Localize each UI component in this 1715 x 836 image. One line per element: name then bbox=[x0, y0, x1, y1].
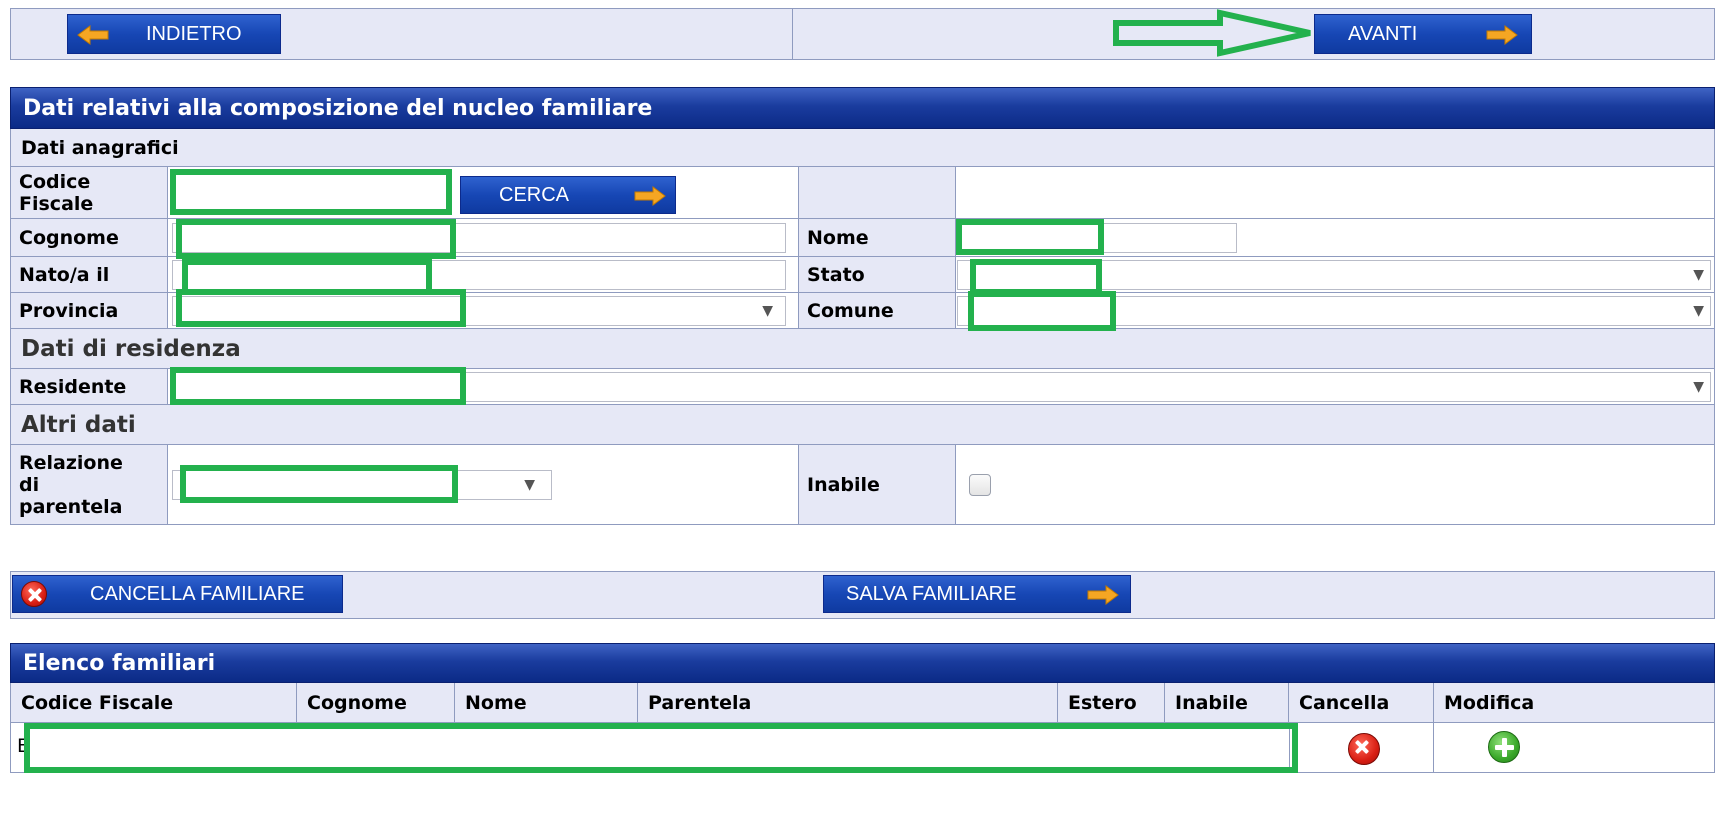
back-button[interactable]: INDIETRO bbox=[67, 14, 281, 54]
subheader-dati-anagrafici-text: Dati anagrafici bbox=[21, 136, 179, 159]
label-nato-text: Nato/a il bbox=[19, 263, 110, 286]
chevron-down-icon: ▼ bbox=[1693, 303, 1704, 319]
label-nato: Nato/a il bbox=[11, 257, 168, 292]
nav-divider bbox=[792, 9, 793, 59]
cerca-button-label: CERCA bbox=[499, 183, 570, 206]
label-provincia-text: Provincia bbox=[19, 299, 119, 322]
subheader-dati-residenza-text: Dati di residenza bbox=[21, 335, 241, 362]
chevron-down-icon: ▼ bbox=[1693, 267, 1704, 283]
subheader-dati-residenza: Dati di residenza bbox=[10, 329, 1715, 369]
label-cognome-text: Cognome bbox=[19, 226, 119, 249]
label-nome-text: Nome bbox=[807, 226, 869, 249]
next-button-label: AVANTI bbox=[1348, 22, 1418, 45]
highlight-box-relazione bbox=[180, 465, 458, 503]
label-inabile-text: Inabile bbox=[807, 473, 880, 496]
arrow-left-icon bbox=[77, 25, 109, 45]
label-stato: Stato bbox=[799, 257, 956, 292]
column-header-codice-fiscale: Codice Fiscale bbox=[11, 683, 297, 722]
salva-familiare-label: SALVA FAMILIARE bbox=[846, 582, 1017, 605]
chevron-down-icon: ▼ bbox=[524, 477, 535, 493]
next-button[interactable]: AVANTI bbox=[1314, 14, 1532, 54]
column-header-inabile: Inabile bbox=[1165, 683, 1289, 722]
label-relazione: Relazione di parentela bbox=[11, 445, 168, 524]
highlight-box-provincia bbox=[176, 289, 466, 327]
chevron-down-icon: ▼ bbox=[1693, 379, 1704, 395]
label-codice-fiscale-text: Codice Fiscale bbox=[19, 170, 94, 215]
cerca-button[interactable]: CERCA bbox=[460, 176, 676, 214]
column-header-text: Cognome bbox=[307, 691, 407, 714]
label-relazione-text: Relazione di parentela bbox=[19, 451, 123, 518]
section-title-nucleo-text: Dati relativi alla composizione del nucl… bbox=[23, 95, 653, 121]
section-title-nucleo: Dati relativi alla composizione del nucl… bbox=[10, 87, 1715, 129]
column-header-cancella: Cancella bbox=[1289, 683, 1434, 722]
label-inabile: Inabile bbox=[799, 445, 956, 524]
subheader-altri-dati: Altri dati bbox=[10, 405, 1715, 445]
section-title-elenco: Elenco familiari bbox=[10, 643, 1715, 683]
inabile-checkbox[interactable] bbox=[969, 474, 991, 496]
label-codice-fiscale: Codice Fiscale bbox=[11, 167, 168, 218]
label-residente-text: Residente bbox=[19, 375, 127, 398]
column-header-text: Nome bbox=[465, 691, 527, 714]
column-header-parentela: Parentela bbox=[638, 683, 1058, 722]
back-button-label: INDIETRO bbox=[146, 22, 242, 45]
column-header-text: Codice Fiscale bbox=[21, 691, 174, 714]
label-comune-text: Comune bbox=[807, 299, 894, 322]
column-header-text: Estero bbox=[1068, 691, 1137, 714]
salva-familiare-button[interactable]: SALVA FAMILIARE bbox=[823, 575, 1131, 613]
label-cognome: Cognome bbox=[11, 219, 168, 256]
label-comune: Comune bbox=[799, 293, 956, 328]
label-stato-text: Stato bbox=[807, 263, 865, 286]
highlight-box-residente bbox=[170, 367, 466, 405]
cancella-familiare-button[interactable]: CANCELLA FAMILIARE bbox=[12, 575, 343, 613]
cancella-familiare-label: CANCELLA FAMILIARE bbox=[90, 582, 305, 605]
column-header-text: Cancella bbox=[1299, 691, 1390, 714]
arrow-right-icon bbox=[1087, 585, 1119, 605]
column-header-text: Modifica bbox=[1444, 691, 1535, 714]
delete-row-icon[interactable] bbox=[1348, 733, 1380, 765]
column-header-modifica: Modifica bbox=[1434, 683, 1715, 722]
label-nome: Nome bbox=[799, 219, 956, 256]
section-title-elenco-text: Elenco familiari bbox=[23, 650, 216, 676]
chevron-down-icon: ▼ bbox=[762, 303, 773, 319]
column-header-nome: Nome bbox=[455, 683, 638, 722]
highlight-box-table-row bbox=[24, 723, 1298, 773]
column-header-estero: Estero bbox=[1058, 683, 1165, 722]
label-residente: Residente bbox=[11, 369, 168, 404]
label-empty-cell bbox=[799, 167, 956, 218]
column-header-text: Parentela bbox=[648, 691, 752, 714]
column-header-cognome: Cognome bbox=[297, 683, 455, 722]
arrow-right-icon bbox=[1486, 25, 1518, 45]
label-provincia: Provincia bbox=[11, 293, 168, 328]
subheader-dati-anagrafici: Dati anagrafici bbox=[10, 129, 1715, 167]
highlight-box-nome bbox=[956, 219, 1104, 255]
annotation-arrow-icon bbox=[1113, 9, 1311, 57]
edit-row-icon[interactable] bbox=[1488, 731, 1520, 763]
highlight-box-cognome bbox=[176, 219, 456, 259]
table-header-row: Codice Fiscale Cognome Nome Parentela Es… bbox=[10, 683, 1715, 723]
x-circle-icon bbox=[21, 581, 47, 607]
column-header-text: Inabile bbox=[1175, 691, 1248, 714]
highlight-box-stato bbox=[970, 259, 1102, 295]
subheader-altri-dati-text: Altri dati bbox=[21, 411, 136, 438]
highlight-box-codice-fiscale bbox=[170, 169, 452, 215]
arrow-right-icon bbox=[634, 186, 666, 206]
highlight-box-comune bbox=[968, 291, 1116, 331]
